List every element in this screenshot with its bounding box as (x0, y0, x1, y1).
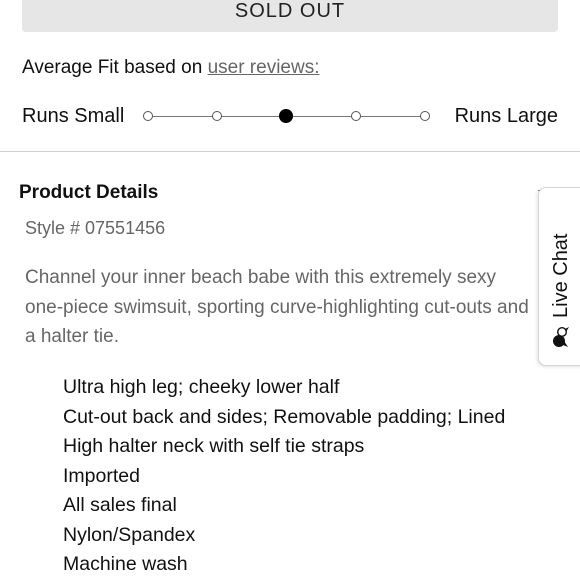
fit-scale: Runs Small Runs Large (0, 100, 580, 132)
section-divider (0, 151, 580, 152)
fit-dot-2 (212, 111, 222, 121)
list-item: High halter neck with self tie straps (63, 435, 365, 457)
feature-list: Ultra high leg; cheeky lower half Cut-ou… (63, 373, 505, 580)
runs-small-label: Runs Small (22, 105, 125, 127)
live-chat-tab[interactable]: Live Chat (538, 187, 580, 366)
list-item: Machine wash (63, 553, 188, 575)
fit-dot-1 (143, 111, 153, 121)
live-chat-content: Live Chat (549, 198, 573, 348)
user-reviews-link[interactable]: user reviews: (208, 57, 320, 78)
list-item: Cut-out back and sides; Removable paddin… (63, 405, 506, 428)
live-chat-label: Live Chat (549, 233, 572, 319)
sold-out-label: SOLD OUT (234, 0, 346, 22)
product-page: SOLD OUT Average Fit based on user revie… (0, 0, 580, 580)
list-item: Ultra high leg; cheeky lower half (63, 376, 340, 398)
chat-bubbles-icon (553, 327, 569, 347)
product-description: Channel your inner beach babe with this … (25, 267, 529, 347)
list-item: All sales final (63, 494, 177, 516)
list-item: Nylon/Spandex (63, 523, 196, 546)
product-details-title: Product Details (19, 182, 159, 203)
fit-dot-3-selected (279, 109, 293, 123)
sold-out-button[interactable]: SOLD OUT (22, 0, 558, 32)
fit-heading-text: Average Fit based on (22, 57, 203, 78)
fit-dot-4 (351, 111, 361, 121)
average-fit-heading: Average Fit based on user reviews: (22, 57, 319, 79)
fit-dot-5 (420, 111, 430, 121)
style-number: Style # 07551456 (25, 218, 166, 238)
runs-large-label: Runs Large (454, 105, 558, 127)
list-item: Imported (63, 464, 140, 487)
